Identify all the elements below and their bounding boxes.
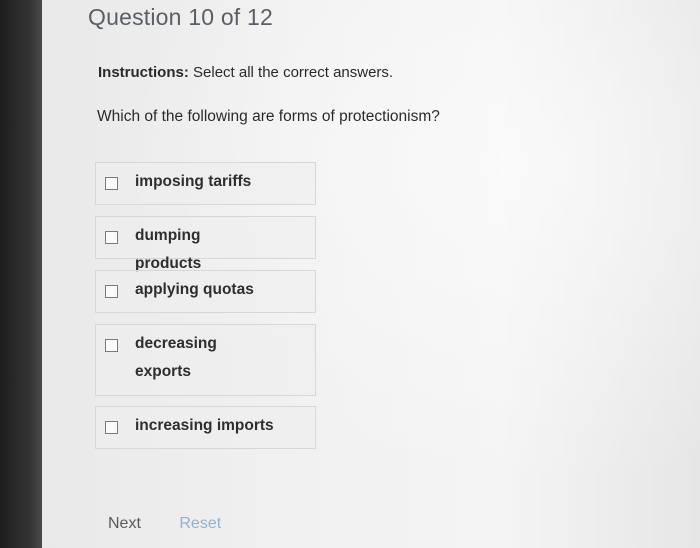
question-text: Which of the following are forms of prot… [97,108,440,125]
option-imposing-tariffs[interactable]: imposing tariffs [95,162,316,205]
answer-options: imposing tariffs dumping products applyi… [95,162,317,460]
option-label: applying quotas [135,281,254,298]
reset-button[interactable]: Reset [179,515,221,533]
checkbox[interactable] [105,285,118,298]
option-label: increasing imports [135,417,274,434]
quiz-screen: Question 10 of 12 Instructions: Select a… [42,0,700,548]
checkbox[interactable] [105,231,118,244]
instructions-label: Instructions: [98,64,189,81]
option-increasing-imports[interactable]: increasing imports [95,406,316,449]
instructions: Instructions: Select all the correct ans… [98,64,393,81]
option-label: imposing tariffs [135,173,252,190]
question-counter: Question 10 of 12 [88,4,273,30]
option-label: decreasing exports [135,335,217,380]
checkbox[interactable] [105,421,118,434]
option-applying-quotas[interactable]: applying quotas [95,270,316,313]
checkbox[interactable] [105,339,118,352]
quiz-footer: Next Reset [108,515,221,533]
option-decreasing-exports[interactable]: decreasing exports [95,324,316,396]
next-button[interactable]: Next [108,515,141,533]
monitor-bezel [0,0,42,548]
instructions-text: Select all the correct answers. [188,64,394,81]
option-dumping-products[interactable]: dumping products [95,216,316,272]
checkbox[interactable] [105,177,118,190]
